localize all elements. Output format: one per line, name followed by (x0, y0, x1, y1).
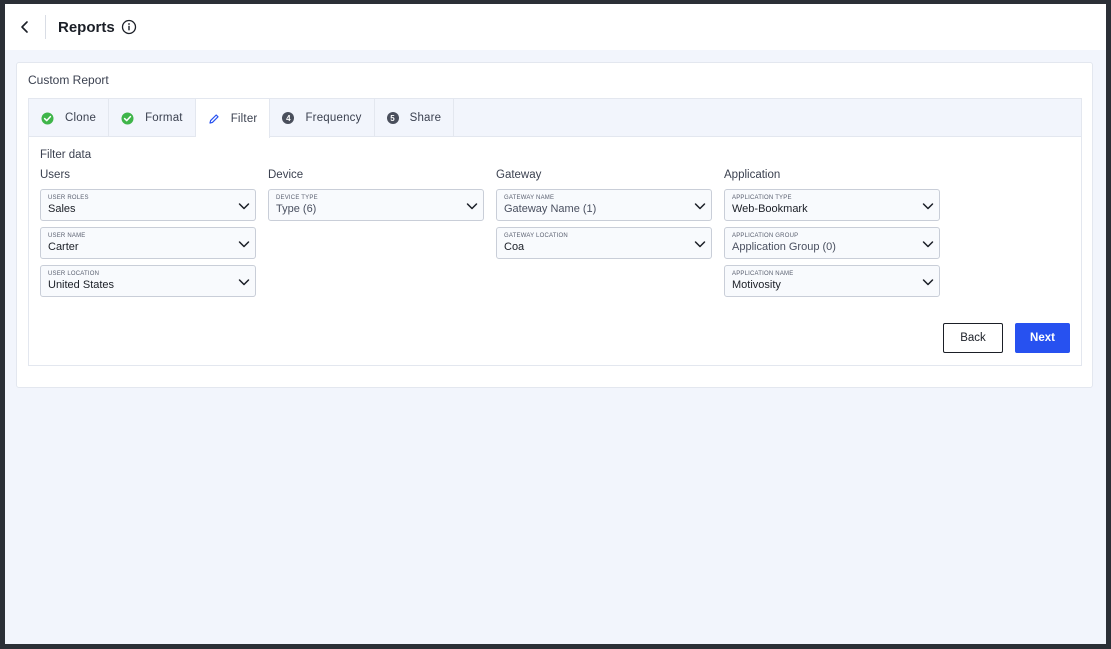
tab-filter[interactable]: Filter (195, 99, 271, 138)
column-label: Users (40, 169, 71, 181)
tab-label: Share (409, 112, 442, 124)
filter-heading: Filter data (40, 149, 92, 161)
check-circle-icon (121, 112, 134, 125)
back-button[interactable]: Back (943, 323, 1003, 353)
select-value: Gateway Name (1) (504, 203, 597, 215)
page-title: Reports (58, 18, 115, 36)
chevron-down-icon (694, 203, 706, 210)
chevron-down-icon (922, 279, 934, 286)
step-number: 5 (386, 112, 399, 124)
user-name-select[interactable]: USER NAME Carter (40, 227, 256, 259)
report-wizard: Clone Format Filter 4 Frequency 5 Share … (28, 98, 1082, 366)
chevron-down-icon (466, 203, 478, 210)
user-location-select[interactable]: USER LOCATION United States (40, 265, 256, 297)
info-icon[interactable] (121, 19, 137, 35)
tab-label: Clone (65, 112, 97, 124)
select-label: DEVICE TYPE (276, 195, 318, 201)
top-bar: Reports (5, 4, 1106, 50)
select-label: GATEWAY NAME (504, 195, 555, 201)
gateway-column: Gateway GATEWAY NAME Gateway Name (1) GA… (496, 169, 712, 265)
chevron-down-icon (238, 203, 250, 210)
chevron-down-icon (238, 279, 250, 286)
back-navigation-button[interactable] (5, 4, 45, 50)
next-button[interactable]: Next (1015, 323, 1070, 353)
select-label: GATEWAY LOCATION (504, 233, 568, 239)
device-column: Device DEVICE TYPE Type (6) (268, 169, 484, 227)
pencil-icon (208, 113, 220, 125)
tab-label: Filter (230, 112, 258, 125)
column-label: Device (268, 169, 304, 181)
chevron-down-icon (238, 241, 250, 248)
gateway-location-select[interactable]: GATEWAY LOCATION Coa (496, 227, 712, 259)
step-number-badge: 5 (386, 112, 399, 124)
tab-frequency[interactable]: 4 Frequency (270, 99, 375, 137)
check-circle-icon (41, 112, 54, 125)
app-frame: Reports Custom Report Clone Format Filte… (5, 4, 1106, 644)
card-title: Custom Report (28, 73, 109, 87)
application-name-select[interactable]: APPLICATION NAME Motivosity (724, 265, 940, 297)
chevron-down-icon (922, 203, 934, 210)
select-value: Web-Bookmark (732, 203, 808, 215)
select-value: United States (48, 279, 115, 291)
column-label: Gateway (496, 169, 542, 181)
topbar-divider (45, 15, 46, 39)
custom-report-card: Custom Report Clone Format Filter 4 Freq… (16, 62, 1093, 388)
tab-label: Format (145, 112, 183, 124)
application-group-select[interactable]: APPLICATION GROUP Application Group (0) (724, 227, 940, 259)
user-roles-select[interactable]: USER ROLES Sales (40, 189, 256, 221)
wizard-tabbar: Clone Format Filter 4 Frequency 5 Share (29, 99, 1081, 138)
select-label: USER LOCATION (48, 271, 100, 277)
tab-label: Frequency (305, 112, 362, 124)
tab-format[interactable]: Format (109, 99, 196, 137)
select-label: USER NAME (48, 233, 86, 239)
select-value: Application Group (0) (732, 241, 836, 253)
select-value: Sales (48, 203, 76, 215)
select-label: APPLICATION NAME (732, 271, 794, 277)
column-label: Application (724, 169, 781, 181)
select-value: Motivosity (732, 279, 781, 291)
select-value: Coa (504, 241, 525, 253)
chevron-left-icon (21, 21, 28, 33)
chevron-down-icon (694, 241, 706, 248)
device-type-select[interactable]: DEVICE TYPE Type (6) (268, 189, 484, 221)
select-value: Carter (48, 241, 79, 253)
tab-share[interactable]: 5 Share (375, 99, 455, 137)
application-column: Application APPLICATION TYPE Web-Bookmar… (724, 169, 940, 303)
tab-clone[interactable]: Clone (29, 99, 110, 137)
select-label: APPLICATION GROUP (732, 233, 799, 239)
chevron-down-icon (922, 241, 934, 248)
select-label: USER ROLES (48, 195, 89, 201)
select-value: Type (6) (276, 203, 317, 215)
step-number: 4 (282, 112, 295, 124)
application-type-select[interactable]: APPLICATION TYPE Web-Bookmark (724, 189, 940, 221)
users-column: Users USER ROLES Sales USER NAME Carter … (40, 169, 256, 303)
select-label: APPLICATION TYPE (732, 195, 792, 201)
step-number-badge: 4 (282, 112, 295, 124)
gateway-name-select[interactable]: GATEWAY NAME Gateway Name (1) (496, 189, 712, 221)
